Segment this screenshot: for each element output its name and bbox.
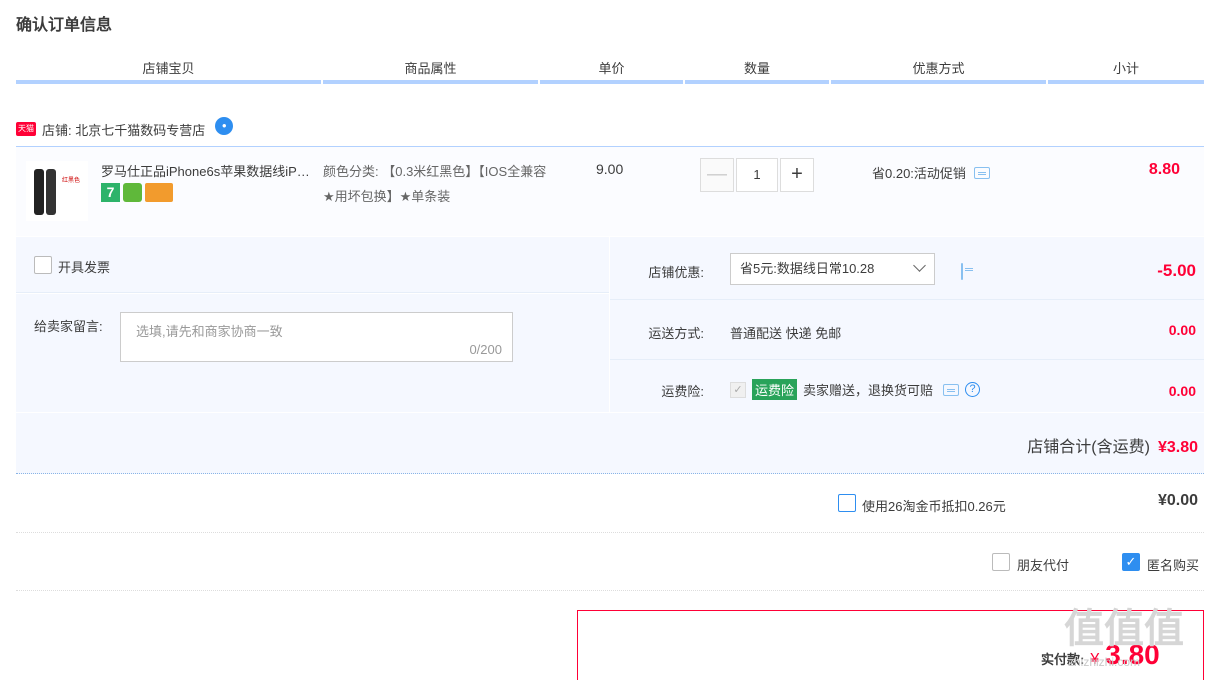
col-header-attr: 商品属性 xyxy=(323,58,538,84)
insurance-content: ✓ 运费险 卖家赠送，退换货可赔 ? xyxy=(730,379,981,400)
shop-discount-select[interactable]: 省5元:数据线日常10.28 xyxy=(730,253,935,285)
qty-minus-button[interactable]: — xyxy=(700,158,734,192)
coin-amount: ¥0.00 xyxy=(1157,492,1198,509)
comment-icon[interactable] xyxy=(943,383,960,396)
col-header-price: 单价 xyxy=(540,58,683,84)
item-subtotal: 8.80 xyxy=(1148,161,1180,178)
message-placeholder: 选填,请先和商家协商一致 xyxy=(136,324,283,339)
seven-day-return-icon: 7 xyxy=(101,183,120,202)
qty-plus-button[interactable]: + xyxy=(780,158,814,192)
cable-image-icon xyxy=(34,169,44,215)
anonymous-label: 匿名购买 xyxy=(1147,558,1200,573)
cable-image-icon-2 xyxy=(46,169,56,215)
item-attributes: 颜色分类: 【0.3米红黑色】【IOS全兼容★用坏包换】★单条装 xyxy=(323,164,547,204)
item-name-link[interactable]: 罗马仕正品iPhone6s苹果数据线iPhone6数据线6s xyxy=(101,161,313,180)
item-thumbnail[interactable]: 红黑色 xyxy=(26,161,88,221)
shop-row: 天猫 店铺: 北京七千猫数码专营店 ● xyxy=(16,117,234,140)
qty-input[interactable]: 1 xyxy=(736,158,778,192)
watermark-url: zhizhizhi.com xyxy=(1068,655,1141,669)
credit-card-icon xyxy=(145,183,173,202)
shop-discount-selected: 省5元:数据线日常10.28 xyxy=(740,261,875,276)
guarantee-icon xyxy=(123,183,142,202)
order-details-panel: 店铺优惠: 省5元:数据线日常10.28 -5.00 运送方式: 普通配送 快递… xyxy=(610,237,1204,412)
quantity-stepper: — 1 + xyxy=(700,158,814,192)
shop-discount-row: 店铺优惠: 省5元:数据线日常10.28 -5.00 xyxy=(610,237,1204,300)
shop-level-icon: ● xyxy=(215,117,234,135)
item-row: 红黑色 罗马仕正品iPhone6s苹果数据线iPhone6数据线6s 7 颜色分… xyxy=(16,146,1204,236)
col-header-item: 店铺宝贝 xyxy=(16,58,321,84)
item-badges: 7 xyxy=(101,183,173,202)
col-header-promo: 优惠方式 xyxy=(831,58,1046,84)
shop-discount-label: 店铺优惠: xyxy=(648,265,704,280)
insurance-text: 卖家赠送，退换货可赔 xyxy=(803,383,934,398)
insurance-tag: 运费险 xyxy=(752,379,798,400)
comment-icon[interactable] xyxy=(973,166,990,179)
shipping-value: 普通配送 快递 免邮 xyxy=(730,326,842,341)
item-price: 9.00 xyxy=(596,161,624,177)
options-row: 朋友代付 ✓ 匿名购买 xyxy=(16,534,1204,591)
item-promo: 省0.20:活动促销 xyxy=(872,163,990,182)
thumb-tag: 红黑色 xyxy=(61,178,80,184)
invoice-row: 开具发票 xyxy=(16,237,609,293)
shop-total-label: 店铺合计(含运费) xyxy=(1027,439,1150,456)
insurance-amount: 0.00 xyxy=(1168,383,1196,399)
shop-total: 店铺合计(含运费) ¥3.80 xyxy=(1027,433,1198,457)
message-char-count: 0/200 xyxy=(469,342,502,357)
friend-pay-checkbox[interactable] xyxy=(992,553,1010,571)
shop-discount-amount: -5.00 xyxy=(1157,261,1196,280)
insurance-checkbox[interactable]: ✓ xyxy=(730,381,746,398)
col-header-subtotal: 小计 xyxy=(1048,58,1204,84)
coin-label: 使用26淘金币抵扣0.26元 xyxy=(862,499,1006,514)
coin-checkbox[interactable] xyxy=(838,494,856,512)
shop-name[interactable]: 店铺: 北京七千猫数码专营店 xyxy=(42,120,205,139)
help-icon[interactable]: ? xyxy=(965,382,981,397)
friend-pay-label: 朋友代付 xyxy=(1017,558,1070,573)
col-header-qty: 数量 xyxy=(685,58,829,84)
insurance-label: 运费险: xyxy=(661,384,704,399)
message-label: 给卖家留言: xyxy=(34,319,103,334)
page-title: 确认订单信息 xyxy=(16,17,113,34)
comment-icon[interactable] xyxy=(961,263,963,280)
anonymous-checkbox[interactable]: ✓ xyxy=(1122,553,1140,571)
message-row: 给卖家留言: 选填,请先和商家协商一致 0/200 xyxy=(16,294,609,412)
shipping-row: 运送方式: 普通配送 快递 免邮 0.00 xyxy=(610,301,1204,360)
invoice-label: 开具发票 xyxy=(58,260,111,275)
shop-total-row: 店铺合计(含运费) ¥3.80 xyxy=(16,413,1204,474)
invoice-checkbox[interactable] xyxy=(34,256,52,274)
tmall-logo-icon: 天猫 xyxy=(16,122,36,136)
shipping-label: 运送方式: xyxy=(648,326,704,341)
shipping-amount: 0.00 xyxy=(1168,322,1196,338)
promo-text: 省0.20:活动促销 xyxy=(872,166,966,181)
watermark-logo: 值值值 xyxy=(1064,607,1184,651)
shop-total-amount: ¥3.80 xyxy=(1157,439,1198,456)
message-textarea[interactable]: 选填,请先和商家协商一致 0/200 xyxy=(120,312,513,362)
table-header: 店铺宝贝 商品属性 单价 数量 优惠方式 小计 xyxy=(16,58,1204,84)
chevron-down-icon xyxy=(913,259,926,272)
coin-row: 使用26淘金币抵扣0.26元 ¥0.00 xyxy=(16,475,1204,533)
insurance-row: 运费险: ✓ 运费险 卖家赠送，退换货可赔 ? 0.00 xyxy=(610,361,1204,412)
